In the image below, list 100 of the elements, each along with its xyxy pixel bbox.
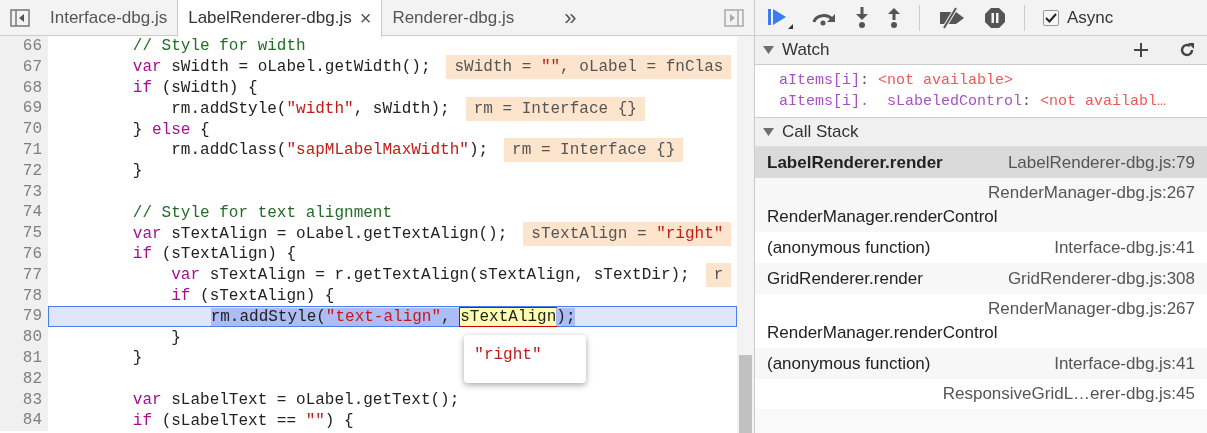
code-token: } — [132, 120, 144, 139]
call-stack-header[interactable]: Call Stack — [755, 118, 1207, 147]
watch-header[interactable]: Watch — [755, 36, 1207, 65]
line-number: 69 — [0, 98, 48, 120]
line-number: 71 — [0, 140, 48, 161]
code-token: (sLabelText == — [161, 411, 298, 430]
code-token: } — [171, 328, 181, 347]
frame-function-name: (anonymous function) — [767, 352, 931, 375]
frame-location: RenderManager-dbg.js:267 — [988, 182, 1195, 204]
code-token: if — [132, 411, 152, 430]
step-out-icon[interactable] — [887, 6, 901, 29]
code-token: rm.addClass( — [171, 141, 287, 160]
code-token: else — [152, 120, 191, 139]
line-number: 77 — [0, 264, 48, 286]
inline-value: rm = Interface {} — [465, 96, 645, 121]
sidebar-toggle-icon[interactable] — [10, 8, 30, 27]
step-into-icon[interactable] — [855, 6, 869, 29]
call-stack-frame[interactable]: (anonymous function) Interface-dbg.js:41 — [755, 232, 1207, 263]
code-token: , sWidth); — [353, 99, 450, 118]
code-token: // Style for width — [132, 37, 306, 56]
code-token: (sTextAlign) { — [200, 286, 335, 305]
call-stack-frame[interactable]: RenderManager-dbg.js:267 RenderManager.renderControl — [755, 294, 1207, 348]
code-token: } — [132, 162, 143, 181]
frame-location: Interface-dbg.js:41 — [1054, 352, 1195, 375]
frame-location: GridRenderer-dbg.js:308 — [1007, 267, 1195, 290]
deactivate-breakpoints-icon[interactable] — [938, 6, 966, 29]
frame-function-name: RenderManager.renderControl — [767, 322, 998, 344]
line-number: 83 — [0, 389, 48, 411]
code-token: sTextAlign = oLabel.getTextAlign(); — [171, 224, 508, 243]
disclosure-triangle-icon[interactable] — [763, 127, 774, 137]
code-token: (sWidth) { — [161, 79, 258, 97]
line-number: 80 — [0, 327, 48, 348]
disclosure-triangle-icon[interactable] — [763, 45, 774, 55]
code-token: (sTextAlign) { — [161, 245, 297, 264]
watch-expression[interactable]: aItems[i]. sLabeledControl: <not availabl… — [779, 91, 1207, 112]
code-token: sWidth = oLabel.getWidth(); — [171, 58, 431, 77]
line-number: 84 — [0, 410, 48, 432]
code-token: rm.addStyle( — [210, 307, 326, 326]
line-number: 82 — [0, 368, 48, 390]
code-token: if — [132, 245, 152, 264]
file-tab[interactable]: Interface-dbg.js — [40, 0, 178, 36]
pause-on-exceptions-icon[interactable] — [984, 6, 1006, 29]
line-number: 72 — [0, 160, 48, 182]
line-number: 73 — [0, 181, 48, 203]
value-tooltip: "right" — [464, 334, 587, 383]
watch-expression[interactable]: aItems[i]: <not available> — [779, 70, 1207, 91]
code-token: var — [132, 224, 162, 243]
code-token: ); — [468, 141, 489, 160]
code-token: { — [200, 120, 210, 139]
inline-value: r — [705, 263, 732, 288]
line-number: 67 — [0, 56, 48, 78]
line-number: 76 — [0, 243, 48, 265]
line-number: 68 — [0, 77, 48, 99]
code-token: var — [132, 390, 162, 409]
frame-location: LabelRenderer-dbg.js:79 — [1007, 151, 1195, 174]
code-token: , — [441, 307, 461, 326]
inline-value: sTextAlign = "right" — [523, 221, 732, 246]
file-tab[interactable]: LabelRenderer-dbg.js × — [177, 0, 383, 37]
code-token: "" — [305, 411, 325, 430]
code-token: ); — [556, 307, 576, 326]
code-token: "width" — [286, 99, 354, 118]
frame-location: Interface-dbg.js:41 — [1054, 236, 1195, 259]
call-stack-frame[interactable]: LabelRenderer.render LabelRenderer-dbg.js:79 — [755, 147, 1207, 178]
line-number: 66 — [0, 36, 48, 57]
frame-function-name: GridRenderer.render — [767, 267, 923, 290]
refresh-icon[interactable] — [1179, 42, 1195, 58]
more-tabs-button[interactable]: » — [564, 1, 577, 34]
code-token: "sapMLabelMaxWidth" — [286, 141, 469, 160]
code-token: ) { — [324, 411, 354, 430]
line-number: 75 — [0, 223, 48, 244]
line-number: 70 — [0, 119, 48, 140]
inline-value: rm = Interface {} — [504, 138, 684, 163]
frame-function-name: RenderManager.renderControl — [767, 206, 998, 228]
panel-toggle-icon[interactable] — [724, 8, 744, 27]
async-label: Async — [1067, 6, 1114, 29]
frame-function-name: LabelRenderer.render — [767, 151, 943, 174]
scrollbar[interactable] — [737, 36, 754, 433]
frame-location: ResponsiveGridL…erer-dbg.js:45 — [942, 383, 1195, 405]
close-tab-button[interactable]: × — [359, 3, 372, 33]
code-token: if — [132, 79, 152, 97]
add-icon[interactable] — [1133, 42, 1149, 58]
code-token: "text-align" — [325, 307, 442, 326]
async-checkbox[interactable] — [1043, 9, 1059, 26]
code-token: if — [171, 286, 191, 305]
code-token: } — [132, 349, 143, 368]
code-token: var — [171, 266, 201, 285]
code-token: // Style for text alignment — [132, 203, 393, 222]
code-token: var — [132, 58, 162, 77]
resume-icon[interactable] — [767, 6, 793, 29]
frame-function-name: (anonymous function) — [767, 236, 931, 259]
call-stack-frame[interactable]: ResponsiveGridL…erer-dbg.js:45 — [755, 379, 1207, 409]
file-tab[interactable]: Renderer-dbg.js — [382, 0, 525, 36]
inline-value: sWidth = "", oLabel = fnClas — [446, 55, 732, 80]
code-token: sLabelText = oLabel.getText(); — [171, 390, 460, 409]
frame-location: RenderManager-dbg.js:267 — [988, 298, 1195, 320]
code-token: rm.addStyle( — [171, 99, 287, 118]
code-token: sTextAlign = r.getTextAlign(sTextAlign, sTextDir); — [209, 266, 690, 285]
line-number: 74 — [0, 202, 48, 224]
code-token: sTextAlign — [460, 307, 557, 326]
line-number: 78 — [0, 285, 48, 307]
